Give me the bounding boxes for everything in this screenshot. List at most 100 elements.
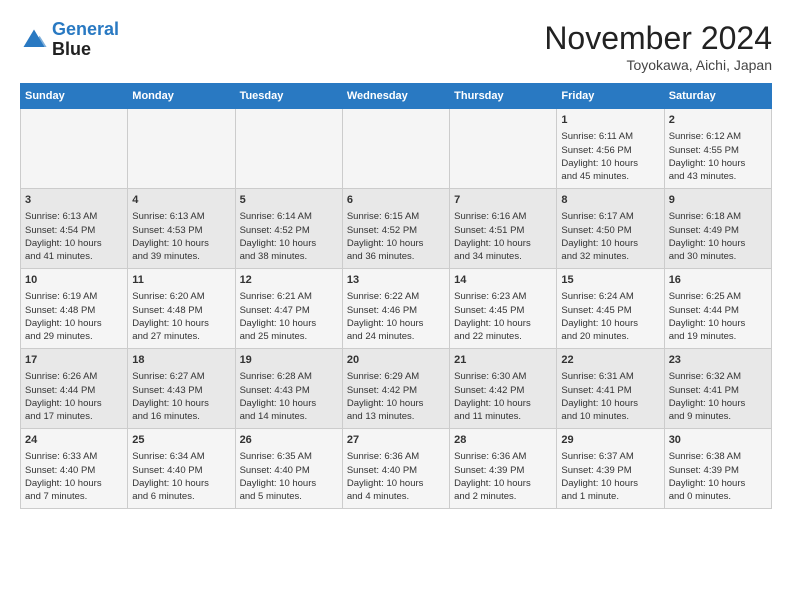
day-number: 28 [454, 433, 552, 448]
day-info: Sunrise: 6:22 AM Sunset: 4:46 PM Dayligh… [347, 290, 445, 343]
day-number: 9 [669, 193, 767, 208]
day-number: 7 [454, 193, 552, 208]
logo-icon [20, 26, 48, 54]
day-cell-12: 12Sunrise: 6:21 AM Sunset: 4:47 PM Dayli… [235, 269, 342, 349]
day-number: 24 [25, 433, 123, 448]
day-cell-23: 23 Sunrise: 6:32 AM Sunset: 4:41 PM Dayli… [664, 349, 771, 429]
day-cell-11: 11 Sunrise: 6:20 AM Sunset: 4:48 PM Dayli… [128, 269, 235, 349]
day-cell-9: 9 Sunrise: 6:18 AM Sunset: 4:49 PM Daylig… [664, 189, 771, 269]
logo-text: General Blue [52, 20, 119, 60]
calendar-table: SundayMondayTuesdayWednesdayThursdayFrid… [20, 83, 772, 509]
day-info: Sunrise: 6:16 AM Sunset: 4:51 PM Dayligh… [454, 210, 552, 263]
day-cell-1: 1 Sunrise: 6:11 AM Sunset: 4:56 PM Daylig… [557, 109, 664, 189]
weekday-header-friday: Friday [557, 84, 664, 109]
day-info: Sunrise: 6:26 AM Sunset: 4:44 PM Dayligh… [25, 370, 123, 423]
day-number: 5 [240, 193, 338, 208]
weekday-header-monday: Monday [128, 84, 235, 109]
day-number: 22 [561, 353, 659, 368]
day-number: 15 [561, 273, 659, 288]
day-cell-29: 29Sunrise: 6:37 AM Sunset: 4:39 PM Dayli… [557, 429, 664, 509]
day-cell-25: 25 Sunrise: 6:34 AM Sunset: 4:40 PM Dayli… [128, 429, 235, 509]
day-cell-3: 3 Sunrise: 6:13 AM Sunset: 4:54 PM Daylig… [21, 189, 128, 269]
day-info: Sunrise: 6:13 AM Sunset: 4:54 PM Dayligh… [25, 210, 123, 263]
day-info: Sunrise: 6:30 AM Sunset: 4:42 PM Dayligh… [454, 370, 552, 423]
empty-cell [450, 109, 557, 189]
weekday-header-saturday: Saturday [664, 84, 771, 109]
day-info: Sunrise: 6:32 AM Sunset: 4:41 PM Dayligh… [669, 370, 767, 423]
empty-cell [21, 109, 128, 189]
day-cell-14: 14 Sunrise: 6:23 AM Sunset: 4:45 PM Dayli… [450, 269, 557, 349]
day-info: Sunrise: 6:14 AM Sunset: 4:52 PM Dayligh… [240, 210, 338, 263]
day-cell-27: 27 Sunrise: 6:36 AM Sunset: 4:40 PM Dayli… [342, 429, 449, 509]
day-cell-13: 13 Sunrise: 6:22 AM Sunset: 4:46 PM Dayli… [342, 269, 449, 349]
day-info: Sunrise: 6:11 AM Sunset: 4:56 PM Dayligh… [561, 130, 659, 183]
day-number: 29 [561, 433, 659, 448]
day-info: Sunrise: 6:18 AM Sunset: 4:49 PM Dayligh… [669, 210, 767, 263]
weekday-header-sunday: Sunday [21, 84, 128, 109]
day-number: 26 [240, 433, 338, 448]
week-row-4: 17 Sunrise: 6:26 AM Sunset: 4:44 PM Dayli… [21, 349, 772, 429]
day-number: 20 [347, 353, 445, 368]
day-number: 6 [347, 193, 445, 208]
empty-cell [235, 109, 342, 189]
day-info: Sunrise: 6:33 AM Sunset: 4:40 PM Dayligh… [25, 450, 123, 503]
day-info: Sunrise: 6:38 AM Sunset: 4:39 PM Dayligh… [669, 450, 767, 503]
month-title: November 2024 [544, 20, 772, 57]
header: General Blue November 2024 Toyokawa, Aic… [20, 20, 772, 73]
day-cell-21: 21 Sunrise: 6:30 AM Sunset: 4:42 PM Dayli… [450, 349, 557, 429]
day-info: Sunrise: 6:23 AM Sunset: 4:45 PM Dayligh… [454, 290, 552, 343]
day-cell-22: 22Sunrise: 6:31 AM Sunset: 4:41 PM Dayli… [557, 349, 664, 429]
location-title: Toyokawa, Aichi, Japan [544, 57, 772, 73]
day-cell-24: 24 Sunrise: 6:33 AM Sunset: 4:40 PM Dayli… [21, 429, 128, 509]
day-number: 11 [132, 273, 230, 288]
day-cell-2: 2 Sunrise: 6:12 AM Sunset: 4:55 PM Daylig… [664, 109, 771, 189]
day-cell-18: 18Sunrise: 6:27 AM Sunset: 4:43 PM Dayli… [128, 349, 235, 429]
day-cell-20: 20 Sunrise: 6:29 AM Sunset: 4:42 PM Dayli… [342, 349, 449, 429]
day-info: Sunrise: 6:15 AM Sunset: 4:52 PM Dayligh… [347, 210, 445, 263]
logo: General Blue [20, 20, 119, 60]
day-number: 23 [669, 353, 767, 368]
week-row-3: 10Sunrise: 6:19 AM Sunset: 4:48 PM Dayli… [21, 269, 772, 349]
day-number: 8 [561, 193, 659, 208]
day-cell-26: 26Sunrise: 6:35 AM Sunset: 4:40 PM Dayli… [235, 429, 342, 509]
day-number: 25 [132, 433, 230, 448]
empty-cell [128, 109, 235, 189]
day-number: 14 [454, 273, 552, 288]
day-cell-15: 15 Sunrise: 6:24 AM Sunset: 4:45 PM Dayli… [557, 269, 664, 349]
day-info: Sunrise: 6:28 AM Sunset: 4:43 PM Dayligh… [240, 370, 338, 423]
day-info: Sunrise: 6:12 AM Sunset: 4:55 PM Dayligh… [669, 130, 767, 183]
day-cell-19: 19 Sunrise: 6:28 AM Sunset: 4:43 PM Dayli… [235, 349, 342, 429]
day-info: Sunrise: 6:17 AM Sunset: 4:50 PM Dayligh… [561, 210, 659, 263]
day-info: Sunrise: 6:34 AM Sunset: 4:40 PM Dayligh… [132, 450, 230, 503]
day-number: 27 [347, 433, 445, 448]
day-info: Sunrise: 6:20 AM Sunset: 4:48 PM Dayligh… [132, 290, 230, 343]
day-number: 1 [561, 113, 659, 128]
day-number: 4 [132, 193, 230, 208]
weekday-header-row: SundayMondayTuesdayWednesdayThursdayFrid… [21, 84, 772, 109]
day-number: 19 [240, 353, 338, 368]
empty-cell [342, 109, 449, 189]
day-number: 2 [669, 113, 767, 128]
day-number: 18 [132, 353, 230, 368]
day-cell-28: 28Sunrise: 6:36 AM Sunset: 4:39 PM Dayli… [450, 429, 557, 509]
day-cell-7: 7 Sunrise: 6:16 AM Sunset: 4:51 PM Daylig… [450, 189, 557, 269]
day-number: 30 [669, 433, 767, 448]
day-cell-30: 30 Sunrise: 6:38 AM Sunset: 4:39 PM Dayli… [664, 429, 771, 509]
day-number: 3 [25, 193, 123, 208]
day-cell-4: 4 Sunrise: 6:13 AM Sunset: 4:53 PM Daylig… [128, 189, 235, 269]
day-cell-6: 6 Sunrise: 6:15 AM Sunset: 4:52 PM Daylig… [342, 189, 449, 269]
weekday-header-wednesday: Wednesday [342, 84, 449, 109]
week-row-2: 3 Sunrise: 6:13 AM Sunset: 4:54 PM Daylig… [21, 189, 772, 269]
weekday-header-tuesday: Tuesday [235, 84, 342, 109]
day-number: 13 [347, 273, 445, 288]
day-number: 17 [25, 353, 123, 368]
day-info: Sunrise: 6:29 AM Sunset: 4:42 PM Dayligh… [347, 370, 445, 423]
weekday-header-thursday: Thursday [450, 84, 557, 109]
day-info: Sunrise: 6:36 AM Sunset: 4:40 PM Dayligh… [347, 450, 445, 503]
title-area: November 2024 Toyokawa, Aichi, Japan [544, 20, 772, 73]
week-row-5: 24 Sunrise: 6:33 AM Sunset: 4:40 PM Dayli… [21, 429, 772, 509]
day-number: 21 [454, 353, 552, 368]
day-info: Sunrise: 6:24 AM Sunset: 4:45 PM Dayligh… [561, 290, 659, 343]
day-info: Sunrise: 6:13 AM Sunset: 4:53 PM Dayligh… [132, 210, 230, 263]
day-cell-5: 5 Sunrise: 6:14 AM Sunset: 4:52 PM Daylig… [235, 189, 342, 269]
